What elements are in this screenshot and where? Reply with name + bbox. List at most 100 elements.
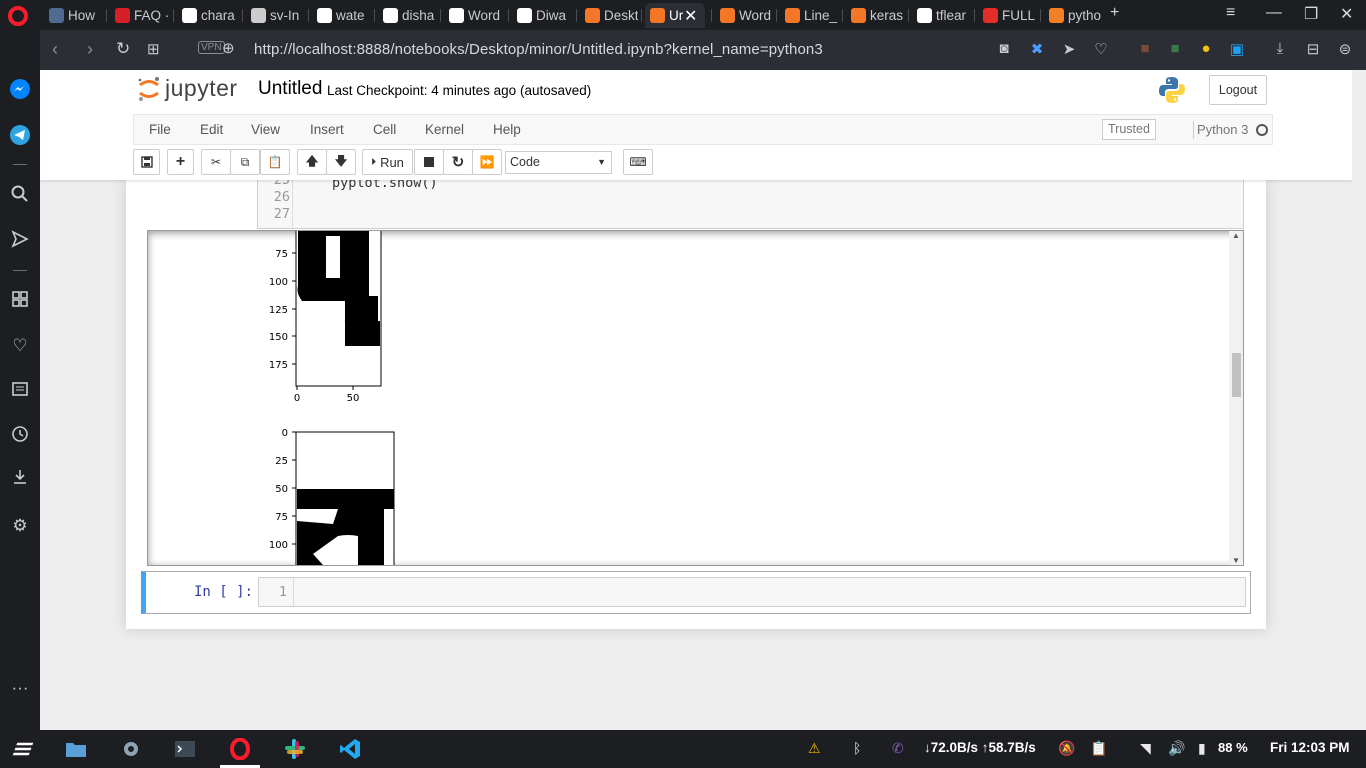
send-page-icon[interactable]: ➤ [1060, 40, 1078, 58]
url-field[interactable]: http://localhost:8888/notebooks/Desktop/… [254, 41, 823, 58]
send-icon[interactable] [9, 230, 31, 252]
browser-tab[interactable]: Deskt [580, 3, 638, 28]
kernel-name[interactable]: Python 3 [1197, 122, 1248, 137]
app-launcher-icon[interactable] [12, 738, 34, 760]
history-icon[interactable] [9, 425, 31, 447]
download-icon[interactable]: ⤓ [1271, 40, 1289, 58]
notebook-title[interactable]: Untitled [258, 78, 322, 100]
files-icon[interactable] [65, 738, 87, 760]
browser-tab[interactable]: FAQ · [110, 3, 168, 28]
browser-tab[interactable]: Word [715, 3, 773, 28]
slack-icon[interactable] [284, 738, 306, 760]
opera-logo-icon[interactable] [8, 6, 28, 26]
browser-tab[interactable]: disha [378, 3, 436, 28]
insert-cell-button[interactable]: + [167, 149, 194, 175]
telegram-icon[interactable] [9, 124, 31, 146]
browser-tab[interactable]: FULL [978, 3, 1036, 28]
maximize-icon[interactable]: ❐ [1304, 4, 1318, 24]
browser-tab[interactable]: chara [177, 3, 235, 28]
browser-tab[interactable]: tflear [912, 3, 970, 28]
browser-tab[interactable]: How [44, 3, 102, 28]
extension-screen-icon[interactable]: ▣ [1228, 40, 1246, 58]
run-button[interactable]: ⏵ Run [362, 149, 413, 175]
snapshot-icon[interactable]: ◙ [995, 40, 1013, 58]
terminal-icon[interactable] [174, 738, 196, 760]
code-cell-editor[interactable]: 25 26 27 pyplot.show() [257, 172, 1244, 229]
vscode-icon[interactable] [339, 738, 361, 760]
extension-box-icon[interactable]: ■ [1136, 40, 1154, 58]
speed-dial-icon[interactable] [9, 290, 31, 312]
restart-button[interactable]: ↻ [443, 149, 473, 175]
menu-edit[interactable]: Edit [200, 122, 223, 137]
tab-menu-icon[interactable]: ≡ [1226, 4, 1235, 22]
menu-cell[interactable]: Cell [373, 122, 396, 137]
interrupt-button[interactable] [414, 149, 444, 175]
downloads-icon[interactable] [9, 468, 31, 490]
move-up-button[interactable]: 🡅 [297, 149, 327, 175]
output-scroll-thumb[interactable] [1232, 353, 1241, 397]
jupyter-logo-text[interactable]: jupyter [165, 75, 238, 102]
warning-icon[interactable]: ⚠ [808, 740, 821, 757]
search-icon[interactable] [9, 185, 31, 207]
settings-gear-icon[interactable]: ⚙ [9, 515, 31, 537]
bookmark-heart-icon[interactable]: ♡ [1092, 40, 1110, 58]
logout-button[interactable]: Logout [1209, 75, 1267, 105]
browser-tab[interactable]: sv-In [246, 3, 304, 28]
save-button[interactable] [133, 149, 160, 175]
restart-run-all-button[interactable]: ⏩ [472, 149, 502, 175]
close-tab-icon[interactable]: ✕ [684, 6, 697, 26]
browser-tab[interactable]: Line_ [780, 3, 838, 28]
browser-tab[interactable]: pytho [1044, 3, 1102, 28]
browser-tab[interactable]: Diwa [512, 3, 570, 28]
clock[interactable]: Fri 12:03 PM [1270, 740, 1350, 755]
easy-setup-icon[interactable]: ⊜ [1336, 40, 1354, 58]
move-down-button[interactable]: 🡇 [326, 149, 356, 175]
wifi-icon[interactable]: ◥ [1140, 740, 1151, 757]
menu-insert[interactable]: Insert [310, 122, 344, 137]
input-cell[interactable]: In [ ]: 1 [141, 571, 1251, 614]
bluetooth-icon[interactable]: ᛒ [853, 740, 861, 756]
menu-kernel[interactable]: Kernel [425, 122, 464, 137]
minimize-icon[interactable]: — [1266, 4, 1282, 22]
jupyter-logo-icon[interactable] [137, 76, 161, 102]
cut-button[interactable]: ✂ [201, 149, 231, 175]
browser-tab[interactable]: keras [846, 3, 904, 28]
new-tab-icon[interactable]: + [1110, 4, 1119, 22]
battery-icon[interactable]: ▮ [1198, 740, 1206, 757]
viber-icon[interactable]: ✆ [892, 740, 904, 757]
scroll-down-icon[interactable]: ▼ [1232, 556, 1240, 565]
trusted-indicator[interactable]: Trusted [1102, 119, 1156, 140]
heart-icon[interactable]: ♡ [9, 335, 31, 357]
vpn-icon[interactable]: VPN [198, 41, 225, 54]
copy-button[interactable]: ⧉ [230, 149, 260, 175]
clipboard-icon[interactable]: 📋 [1090, 740, 1107, 757]
reload-icon[interactable]: ↻ [116, 39, 130, 59]
extension-stack-icon[interactable]: ■ [1166, 40, 1184, 58]
browser-tab[interactable]: wate [312, 3, 370, 28]
messenger-icon[interactable] [9, 78, 31, 100]
back-icon[interactable]: ‹ [52, 39, 58, 60]
volume-icon[interactable]: 🔊 [1168, 740, 1185, 757]
battery-saver-icon[interactable]: ⊟ [1304, 40, 1322, 58]
opera-taskbar-icon[interactable] [229, 737, 251, 761]
system-settings-icon[interactable] [120, 738, 142, 760]
browser-tab[interactable]: Word [444, 3, 502, 28]
close-window-icon[interactable]: ✕ [1340, 4, 1353, 24]
news-icon[interactable] [9, 380, 31, 402]
command-palette-button[interactable]: ⌨ [623, 149, 653, 175]
menu-view[interactable]: View [251, 122, 280, 137]
paste-button[interactable]: 📋 [260, 149, 290, 175]
more-options-icon[interactable]: ··· [9, 677, 31, 699]
forward-icon[interactable]: › [87, 39, 93, 60]
adblock-icon[interactable]: ✖ [1028, 40, 1046, 58]
cell-type-select[interactable]: Code ▼ [505, 151, 612, 174]
input-cell-editor[interactable]: 1 [258, 577, 1246, 607]
scroll-up-icon[interactable]: ▲ [1232, 231, 1240, 240]
output-scrollbar[interactable]: ▲ ▼ [1229, 231, 1243, 565]
cell-output-area[interactable]: 75 100 125 150 175 0 50 0 25 50 75 100 ▲… [147, 230, 1244, 566]
tabs-overview-icon[interactable]: ⊞ [147, 40, 160, 58]
menu-file[interactable]: File [149, 122, 171, 137]
menu-help[interactable]: Help [493, 122, 521, 137]
notifications-muted-icon[interactable]: 🔕 [1058, 740, 1075, 757]
extension-drive-icon[interactable]: ● [1197, 40, 1215, 58]
